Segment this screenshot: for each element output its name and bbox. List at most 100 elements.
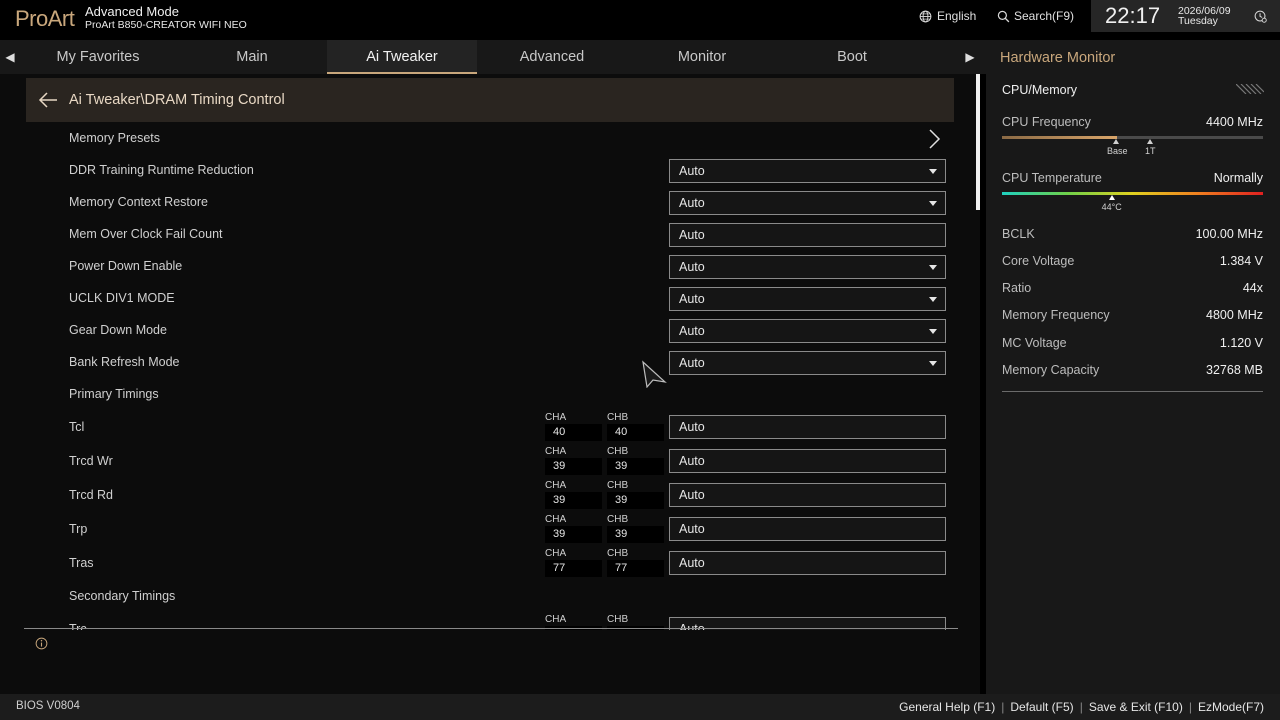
tras-label: Tras (69, 556, 94, 570)
clock-box: 22:17 2026/06/09 Tuesday (1091, 0, 1280, 32)
base-marker-label: Base (1107, 146, 1128, 156)
temperature-marker-label: 44°C (1101, 202, 1122, 212)
search-label: Search(F9) (1014, 9, 1075, 23)
ezmode-button[interactable]: EzMode(F7) (1198, 700, 1264, 714)
tcl-chb-value: 40 (607, 424, 664, 441)
tab-monitor[interactable]: Monitor (627, 40, 777, 74)
tab-my-favorites[interactable]: My Favorites (23, 40, 173, 74)
caret-down-icon (929, 361, 937, 366)
tab-ai-tweaker[interactable]: Ai Tweaker (327, 40, 477, 74)
trp-input[interactable]: Auto (669, 517, 946, 541)
tab-scroll-left-icon[interactable]: ◀ (0, 40, 20, 74)
cha-header: CHA (545, 446, 567, 457)
tab-advanced[interactable]: Advanced (477, 40, 627, 74)
cpu-frequency-bar (1002, 136, 1263, 139)
footer-links: General Help (F1) | Default (F5) | Save … (899, 700, 1264, 714)
gear-down-select[interactable]: Auto (669, 319, 946, 343)
trcd-wr-cha-value: 39 (545, 458, 602, 475)
proart-logo: ProArt (15, 6, 75, 31)
caret-down-icon (929, 297, 937, 302)
ratio-label: Ratio (1002, 281, 1032, 295)
trcd-rd-cha-value: 39 (545, 492, 602, 509)
trcd-wr-input[interactable]: Auto (669, 449, 946, 473)
mem-oc-fail-value: Auto (679, 228, 705, 242)
scrollbar[interactable] (976, 74, 980, 210)
ddr-training-value: Auto (679, 164, 705, 178)
tras-input[interactable]: Auto (669, 551, 946, 575)
chb-header: CHB (607, 614, 629, 625)
caret-down-icon (929, 329, 937, 334)
settings-list[interactable]: Ai Tweaker\DRAM Timing Control Memory Pr… (0, 74, 976, 630)
trcd-rd-chb-value: 39 (607, 492, 664, 509)
tab-scroll-right-icon[interactable]: ▶ (960, 40, 980, 74)
search-icon (997, 10, 1010, 22)
hardware-monitor-title: Hardware Monitor (1000, 50, 1116, 66)
separator: | (1079, 700, 1083, 714)
bank-refresh-select[interactable]: Auto (669, 351, 946, 375)
tab-boot[interactable]: Boot (777, 40, 927, 74)
uclk-div1-select[interactable]: Auto (669, 287, 946, 311)
cha-header: CHA (545, 480, 567, 491)
trp-cha-value: 39 (545, 526, 602, 543)
core-voltage-label: Core Voltage (1002, 254, 1075, 268)
main-panel: Ai Tweaker\DRAM Timing Control Memory Pr… (0, 74, 980, 694)
globe-icon (919, 10, 932, 22)
chb-header: CHB (607, 480, 629, 491)
mc-voltage-label: MC Voltage (1002, 336, 1067, 350)
tcl-cha-value: 40 (545, 424, 602, 441)
footer-bar: BIOS V0804 General Help (F1) | Default (… (0, 694, 1280, 720)
ddr-training-select[interactable]: Auto (669, 159, 946, 183)
cpu-temperature-value: Normally (1213, 171, 1263, 185)
mem-oc-fail-input[interactable]: Auto (669, 223, 946, 247)
tab-main[interactable]: Main (177, 40, 327, 74)
cpu-memory-section: CPU/Memory (1002, 83, 1078, 97)
mem-context-select[interactable]: Auto (669, 191, 946, 215)
gear-down-value: Auto (679, 324, 705, 338)
chevron-right-icon[interactable] (927, 128, 941, 150)
uclk-div1-label: UCLK DIV1 MODE (69, 291, 175, 305)
hardware-monitor-panel: Hardware Monitor CPU/Memory CPU Frequenc… (986, 40, 1280, 694)
cpu-temperature-bar (1002, 192, 1263, 195)
cha-header: CHA (545, 614, 567, 625)
trcd-wr-label: Trcd Wr (69, 454, 113, 468)
tcl-label: Tcl (69, 420, 85, 434)
bclk-label: BCLK (1002, 227, 1035, 241)
language-label: English (937, 9, 977, 23)
cpu-frequency-label: CPU Frequency (1002, 115, 1091, 129)
trp-chb-value: 39 (607, 526, 664, 543)
tcl-value: Auto (679, 420, 705, 434)
1t-marker-label: 1T (1145, 146, 1156, 156)
temperature-marker-icon (1108, 195, 1115, 200)
power-down-select[interactable]: Auto (669, 255, 946, 279)
cha-header: CHA (545, 514, 567, 525)
cpu-frequency-value: 4400 MHz (1206, 115, 1263, 129)
bclk-value: 100.00 MHz (1195, 227, 1263, 241)
search-button[interactable]: Search(F9) (997, 9, 1074, 23)
breadcrumb: Ai Tweaker\DRAM Timing Control (26, 78, 954, 122)
top-header: ProArt Advanced Mode ProArt B850-CREATOR… (0, 0, 1280, 40)
language-button[interactable]: English (919, 9, 976, 23)
tras-chb-value: 77 (607, 560, 664, 577)
chb-header: CHB (607, 412, 629, 423)
separator: | (1001, 700, 1005, 714)
memory-capacity-bar (1002, 391, 1263, 392)
back-arrow-icon[interactable] (38, 91, 58, 109)
clock-date: 2026/06/09 Tuesday (1178, 6, 1231, 27)
trcd-rd-input[interactable]: Auto (669, 483, 946, 507)
memory-presets-item[interactable]: Memory Presets (69, 131, 160, 145)
bank-refresh-label: Bank Refresh Mode (69, 355, 180, 369)
clock-settings-icon[interactable] (1254, 10, 1267, 23)
secondary-timings-header: Secondary Timings (69, 589, 176, 603)
chb-header: CHB (607, 514, 629, 525)
memory-frequency-value: 4800 MHz (1206, 308, 1263, 322)
core-voltage-value: 1.384 V (1219, 254, 1263, 268)
save-exit-button[interactable]: Save & Exit (F10) (1089, 700, 1183, 714)
tcl-input[interactable]: Auto (669, 415, 946, 439)
general-help-button[interactable]: General Help (F1) (899, 700, 995, 714)
primary-timings-header: Primary Timings (69, 387, 159, 401)
memory-capacity-value: 32768 MB (1206, 363, 1263, 377)
default-button[interactable]: Default (F5) (1010, 700, 1073, 714)
mouse-cursor-icon (642, 360, 667, 388)
weekday-value: Tuesday (1178, 15, 1218, 27)
stripes-icon (1236, 84, 1264, 94)
